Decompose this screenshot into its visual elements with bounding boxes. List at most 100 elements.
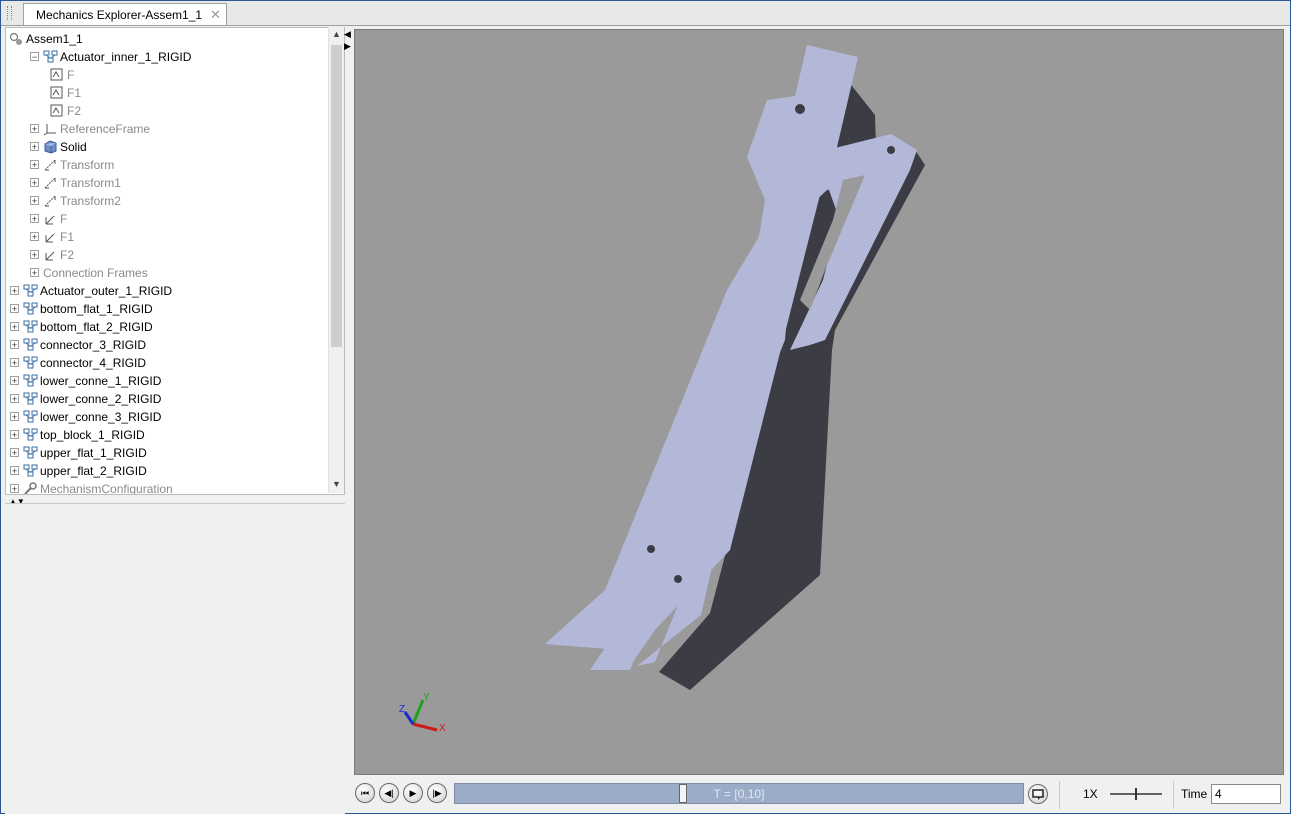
tree-item[interactable]: + MechanismConfiguration: [10, 479, 173, 495]
subsystem-icon: [23, 446, 38, 460]
tree-item[interactable]: F2: [50, 101, 81, 119]
expand-icon[interactable]: +: [30, 268, 39, 278]
tree-item-label: Transform: [60, 157, 115, 172]
expand-icon[interactable]: +: [30, 232, 39, 242]
tree-item-label: Connection Frames: [43, 265, 148, 280]
tree-item-label: MechanismConfiguration: [40, 481, 173, 495]
frame-icon: [43, 248, 57, 262]
pivot-hole-bottom-1: [647, 545, 655, 553]
axis-triad: Y X Z: [395, 690, 455, 743]
tree-item[interactable]: + Solid: [30, 137, 87, 155]
tree-item[interactable]: + Connection Frames: [30, 263, 148, 281]
transform-icon: [43, 176, 57, 190]
tree-item[interactable]: − Actuator_inner_1_RIGID: [30, 47, 191, 65]
expand-icon[interactable]: +: [10, 412, 19, 422]
subsystem-icon: [23, 374, 38, 388]
expand-icon[interactable]: +: [30, 178, 39, 188]
tree-item[interactable]: + Actuator_outer_1_RIGID: [10, 281, 172, 299]
expand-icon[interactable]: +: [10, 304, 19, 314]
time-slider-handle[interactable]: [679, 784, 687, 803]
tree-item[interactable]: + lower_conne_2_RIGID: [10, 389, 161, 407]
expand-icon[interactable]: +: [30, 196, 39, 206]
tree-item-label: F2: [67, 103, 82, 118]
skip-to-start-icon[interactable]: ⏮: [355, 783, 375, 803]
tree-item[interactable]: + connector_4_RIGID: [10, 353, 146, 371]
tree-item[interactable]: + top_block_1_RIGID: [10, 425, 145, 443]
tree-item[interactable]: + ReferenceFrame: [30, 119, 150, 137]
tree-item[interactable]: + bottom_flat_2_RIGID: [10, 317, 153, 335]
tree-item[interactable]: + F: [30, 209, 67, 227]
expand-icon[interactable]: +: [10, 394, 19, 404]
expand-icon[interactable]: +: [10, 322, 19, 332]
tree-item[interactable]: + lower_conne_1_RIGID: [10, 371, 161, 389]
step-back-icon[interactable]: ◀|: [379, 783, 399, 803]
expand-icon[interactable]: +: [10, 484, 19, 494]
tree-item[interactable]: + F2: [30, 245, 74, 263]
expand-icon[interactable]: +: [30, 142, 39, 152]
tree-item-label: bottom_flat_2_RIGID: [40, 319, 153, 334]
chevron-right-icon[interactable]: ▶: [344, 41, 351, 52]
close-icon[interactable]: ✕: [210, 7, 221, 23]
tree-item-label: F2: [60, 247, 75, 262]
collapse-tree-toggle[interactable]: ◀ ▶: [344, 27, 352, 57]
expand-icon[interactable]: +: [10, 340, 19, 350]
subsystem-icon: [23, 356, 38, 370]
pivot-hole-right: [887, 146, 895, 154]
expand-icon[interactable]: +: [30, 214, 39, 224]
tree-item[interactable]: + connector_3_RIGID: [10, 335, 146, 353]
expand-icon[interactable]: +: [30, 250, 39, 260]
subsystem-icon: [23, 392, 38, 406]
tree-item-label: Actuator_inner_1_RIGID: [60, 49, 192, 64]
repeat-icon[interactable]: [1028, 784, 1048, 804]
tree-item[interactable]: + bottom_flat_1_RIGID: [10, 299, 153, 317]
toolbar-separator: [1173, 781, 1174, 809]
expand-icon[interactable]: +: [10, 376, 19, 386]
time-input[interactable]: [1211, 784, 1281, 804]
scroll-down-arrow-icon[interactable]: ▼: [332, 479, 341, 489]
tree-item[interactable]: + lower_conne_3_RIGID: [10, 407, 161, 425]
tree-item-label: F1: [67, 85, 82, 100]
tree-vertical-scrollbar[interactable]: ▲ ▼: [328, 27, 344, 493]
expand-icon[interactable]: +: [10, 430, 19, 440]
tree-item-label: lower_conne_2_RIGID: [40, 391, 162, 406]
port-icon: [50, 86, 64, 100]
tree-item[interactable]: F1: [50, 83, 81, 101]
pivot-hole-top: [795, 104, 805, 114]
tree-item[interactable]: + upper_flat_2_RIGID: [10, 461, 147, 479]
toolbar-grip[interactable]: [7, 6, 12, 20]
tree-item[interactable]: + Transform1: [30, 173, 121, 191]
tree-item-label: upper_flat_2_RIGID: [40, 463, 147, 478]
tree-item[interactable]: F: [50, 65, 74, 83]
port-icon: [50, 68, 64, 82]
tree-item[interactable]: + Transform2: [30, 191, 121, 209]
scroll-thumb[interactable]: [331, 45, 342, 347]
tree-item[interactable]: Assem1_1: [9, 29, 83, 47]
playback-speed-slider[interactable]: [1108, 786, 1164, 802]
expand-icon[interactable]: +: [10, 286, 19, 296]
play-icon[interactable]: ▶: [403, 783, 423, 803]
subsystem-icon: [23, 284, 38, 298]
3d-viewport[interactable]: Y X Z: [354, 29, 1284, 775]
step-forward-icon[interactable]: |▶: [427, 783, 447, 803]
tree-item[interactable]: + F1: [30, 227, 74, 245]
chevron-left-icon[interactable]: ◀: [344, 29, 351, 40]
tree-item[interactable]: + Transform: [30, 155, 114, 173]
expand-icon[interactable]: +: [10, 448, 19, 458]
expand-icon[interactable]: +: [30, 160, 39, 170]
tab-mechanics-explorer[interactable]: Mechanics Explorer-Assem1_1 ✕: [23, 3, 227, 25]
expand-icon[interactable]: +: [10, 466, 19, 476]
scroll-up-arrow-icon[interactable]: ▲: [332, 29, 341, 39]
port-icon: [50, 104, 64, 118]
expand-icon[interactable]: +: [10, 358, 19, 368]
collapse-icon[interactable]: −: [30, 52, 39, 62]
tree-item-label: bottom_flat_1_RIGID: [40, 301, 153, 316]
subsystem-icon: [23, 428, 38, 442]
time-slider[interactable]: T = [0,10]: [454, 783, 1024, 804]
model-tree: Assem1_1 − Actuator_inner_1_RIGID F F1 F2 + Ref…: [5, 27, 345, 495]
subsystem-icon: [23, 464, 38, 478]
playback-toolbar: ⏮ ◀| ▶ |▶ T = [0,10] 1X Time: [354, 779, 1286, 811]
expand-icon[interactable]: +: [30, 124, 39, 134]
tree-item[interactable]: + upper_flat_1_RIGID: [10, 443, 147, 461]
tree-item-label: Actuator_outer_1_RIGID: [40, 283, 173, 298]
triad-x-label: X: [439, 723, 446, 734]
